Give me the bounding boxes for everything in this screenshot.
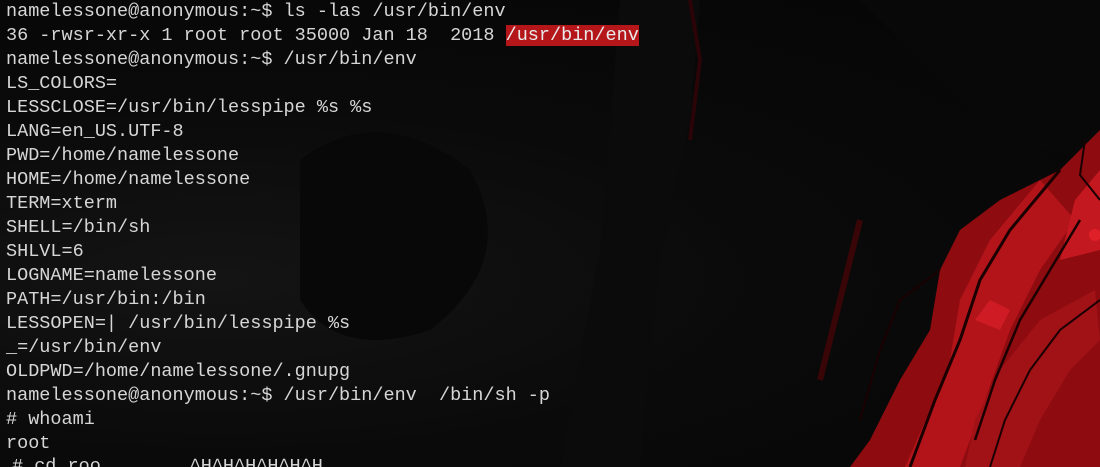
ls-output-text: 36 -rwsr-xr-x 1 root root 35000 Jan 18 2… (6, 25, 506, 46)
terminal-line: _=/usr/bin/env (6, 337, 162, 358)
terminal-line: PATH=/usr/bin:/bin (6, 289, 206, 310)
terminal-line: LANG=en_US.UTF-8 (6, 121, 184, 142)
terminal-line: SHELL=/bin/sh (6, 217, 151, 238)
terminal-line: root (6, 433, 51, 454)
terminal-line: # whoami (6, 409, 95, 430)
terminal-line: HOME=/home/namelessone (6, 169, 251, 190)
terminal-line: namelessone@anonymous:~$ ls -las /usr/bi… (6, 1, 506, 22)
terminal-line: PWD=/home/namelessone (6, 145, 240, 166)
terminal-line: namelessone@anonymous:~$ /usr/bin/env /b… (6, 385, 550, 406)
terminal-window[interactable]: namelessone@anonymous:~$ ls -las /usr/bi… (0, 0, 1100, 467)
highlighted-path: /usr/bin/env (505, 25, 639, 46)
terminal-line: LESSOPEN=| /usr/bin/lesspipe %s (6, 313, 351, 334)
terminal-line: LS_COLORS= (6, 73, 118, 94)
terminal-line-partial: # cd roo ^H^H^H^H^H^H (12, 456, 323, 467)
terminal-line: OLDPWD=/home/namelessone/.gnupg (6, 361, 351, 382)
terminal-line: SHLVL=6 (6, 241, 84, 262)
terminal-line: namelessone@anonymous:~$ /usr/bin/env (6, 49, 417, 70)
terminal-line-ls-output: 36 -rwsr-xr-x 1 root root 35000 Jan 18 2… (6, 24, 1100, 48)
terminal-line: TERM=xterm (6, 193, 118, 214)
terminal-line: LESSCLOSE=/usr/bin/lesspipe %s %s (6, 97, 373, 118)
terminal-output[interactable]: namelessone@anonymous:~$ ls -las /usr/bi… (0, 0, 1100, 456)
terminal-line: LOGNAME=namelessone (6, 265, 217, 286)
